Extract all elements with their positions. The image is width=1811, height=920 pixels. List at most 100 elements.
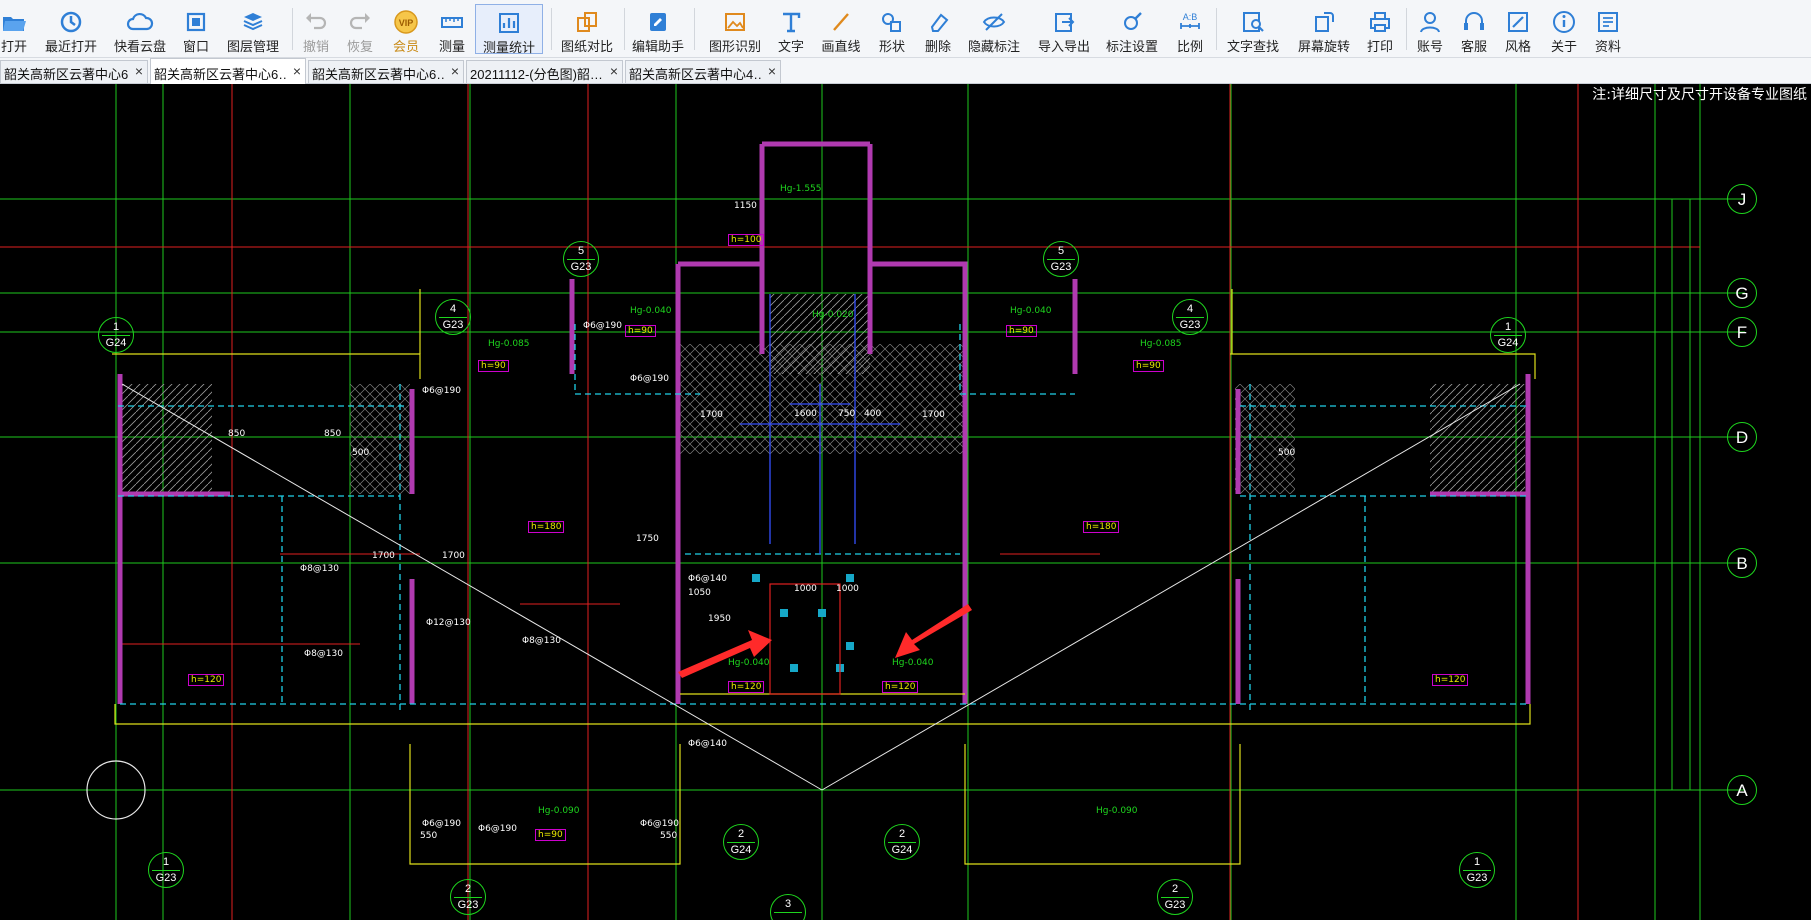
axis-label-f: F	[1727, 317, 1757, 347]
axis-label-j: J	[1727, 184, 1757, 214]
close-icon[interactable]: ×	[293, 63, 301, 79]
slab-thickness-tag: h=90	[478, 360, 509, 372]
section-callout: 5 G23	[1043, 241, 1079, 277]
close-icon[interactable]: ×	[610, 63, 618, 79]
draw-line-button[interactable]: 画直线	[820, 0, 862, 58]
measure-button[interactable]: 测量	[434, 0, 470, 58]
text-search-button[interactable]: 文字查找	[1222, 0, 1284, 58]
slab-thickness-tag: h=90	[1133, 360, 1164, 372]
ruler-icon	[434, 8, 470, 36]
section-callout: 5 G23	[563, 241, 599, 277]
document-tab[interactable]: 韶关高新区云著中心6… ×	[308, 60, 464, 83]
undo-button[interactable]: 撤销	[298, 0, 334, 58]
resources-button[interactable]: 资料	[1590, 0, 1626, 58]
slab-thickness-tag: h=120	[1432, 674, 1469, 686]
rebar-annotation: Φ8@130	[304, 649, 343, 659]
red-guide-lines	[0, 84, 1700, 920]
slab-thickness-tag: h=120	[882, 681, 919, 693]
elevation-tag: Hg-0.040	[630, 306, 672, 316]
toolbar-separator	[694, 8, 695, 50]
slab-thickness-tag: h=100	[728, 234, 765, 246]
import-export-icon	[1036, 8, 1092, 36]
screen-rotate-button[interactable]: 屏幕旋转	[1294, 0, 1354, 58]
dimension-text: 1000	[836, 584, 859, 594]
hide-annotation-button[interactable]: 隐藏标注	[966, 0, 1022, 58]
section-callout: 4 G23	[1172, 299, 1208, 335]
shape-button[interactable]: 形状	[874, 0, 910, 58]
slab-thickness-tag: h=180	[528, 521, 565, 533]
scale-button[interactable]: A:B 比例	[1172, 0, 1208, 58]
settings-pen-icon	[1104, 8, 1160, 36]
annotation-settings-button[interactable]: 标注设置	[1104, 0, 1160, 58]
close-icon[interactable]: ×	[768, 63, 776, 79]
dimension-text: 550	[420, 831, 438, 841]
compare-button[interactable]: 图纸对比	[556, 0, 618, 58]
elevation-tag: Hg-0.040	[892, 658, 934, 668]
shape-recognize-button[interactable]: 图形识别	[704, 0, 766, 58]
dimension-text: 1750	[636, 534, 659, 544]
delete-button[interactable]: 删除	[920, 0, 956, 58]
dimension-text: 1700	[372, 551, 395, 561]
app-window: 打开 最近打开 快看云盘 窗口 图层管理 撤销 恢复 VIP 会员 测量 测量统…	[0, 0, 1811, 920]
rebar-annotation: Φ6@190	[422, 819, 461, 829]
svg-text:A:B: A:B	[1183, 12, 1198, 22]
print-button[interactable]: 打印	[1362, 0, 1398, 58]
open-button[interactable]: 打开	[0, 0, 28, 58]
stair-hatch-right	[1430, 384, 1525, 494]
axis-label-g: G	[1727, 278, 1757, 308]
section-callout: 2 G24	[884, 824, 920, 860]
shaft-hatch-right	[1235, 384, 1295, 494]
dimension-text: 1600	[794, 409, 817, 419]
toolbar-separator	[292, 8, 293, 50]
section-callout: 3	[770, 894, 806, 920]
line-icon	[820, 8, 862, 36]
dimension-text: 750	[838, 409, 856, 419]
drawing-canvas[interactable]: 注:详细尺寸及尺寸开设备专业图纸 J G F D B A 5 G23 5 G23 1…	[0, 84, 1811, 920]
dimension-text: 500	[1278, 448, 1296, 458]
document-tab-active[interactable]: 韶关高新区云著中心6… ×	[150, 58, 306, 84]
dimension-lines-right	[1664, 199, 1691, 790]
compare-icon	[556, 8, 618, 36]
elevation-tag: Hg-0.090	[1096, 806, 1138, 816]
axis-label-a: A	[1727, 775, 1757, 805]
text-tool-button[interactable]: 文字	[774, 0, 808, 58]
cloud-drive-button[interactable]: 快看云盘	[112, 0, 168, 58]
rebar-annotation: Φ6@140	[688, 739, 727, 749]
import-export-button[interactable]: 导入导出	[1036, 0, 1092, 58]
rebar-annotation: Φ8@130	[300, 564, 339, 574]
layer-manager-button[interactable]: 图层管理	[222, 0, 284, 58]
close-icon[interactable]: ×	[451, 63, 459, 79]
scale-ratio-icon: A:B	[1172, 8, 1208, 36]
undo-icon	[298, 8, 334, 36]
measure-stats-button[interactable]: 测量统计	[475, 4, 543, 55]
document-tab[interactable]: 20211112-(分色图)韶… ×	[466, 60, 623, 83]
close-icon[interactable]: ×	[135, 63, 143, 79]
folder-open-icon	[0, 8, 28, 36]
eye-hidden-icon	[966, 8, 1022, 36]
edit-helper-button[interactable]: 编辑助手	[630, 0, 686, 58]
rebar-annotation: Φ6@190	[422, 386, 461, 396]
about-button[interactable]: 关于	[1546, 0, 1582, 58]
dimension-text: 1700	[442, 551, 465, 561]
rotate-icon	[1294, 8, 1354, 36]
info-icon	[1546, 8, 1582, 36]
dimension-text: 500	[352, 448, 370, 458]
style-edit-icon	[1500, 8, 1536, 36]
customer-service-button[interactable]: 客服	[1456, 0, 1492, 58]
document-tab[interactable]: 韶关高新区云著中心6… ×	[0, 60, 148, 83]
section-callout: 4 G23	[435, 299, 471, 335]
account-button[interactable]: 账号	[1412, 0, 1448, 58]
rebar-annotation: Φ8@130	[522, 636, 561, 646]
axis-label-d: D	[1727, 422, 1757, 452]
dimension-text: 1050	[688, 588, 711, 598]
style-button[interactable]: 风格	[1500, 0, 1536, 58]
headset-icon	[1456, 8, 1492, 36]
vip-button[interactable]: VIP 会员	[388, 0, 424, 58]
toolbar-separator	[551, 8, 552, 50]
section-callout: 2 G24	[723, 824, 759, 860]
document-tab[interactable]: 韶关高新区云著中心4… ×	[625, 60, 781, 83]
recent-button[interactable]: 最近打开	[40, 0, 102, 58]
section-callout: 2 G23	[450, 879, 486, 915]
window-button[interactable]: 窗口	[178, 0, 214, 58]
redo-button[interactable]: 恢复	[342, 0, 378, 58]
